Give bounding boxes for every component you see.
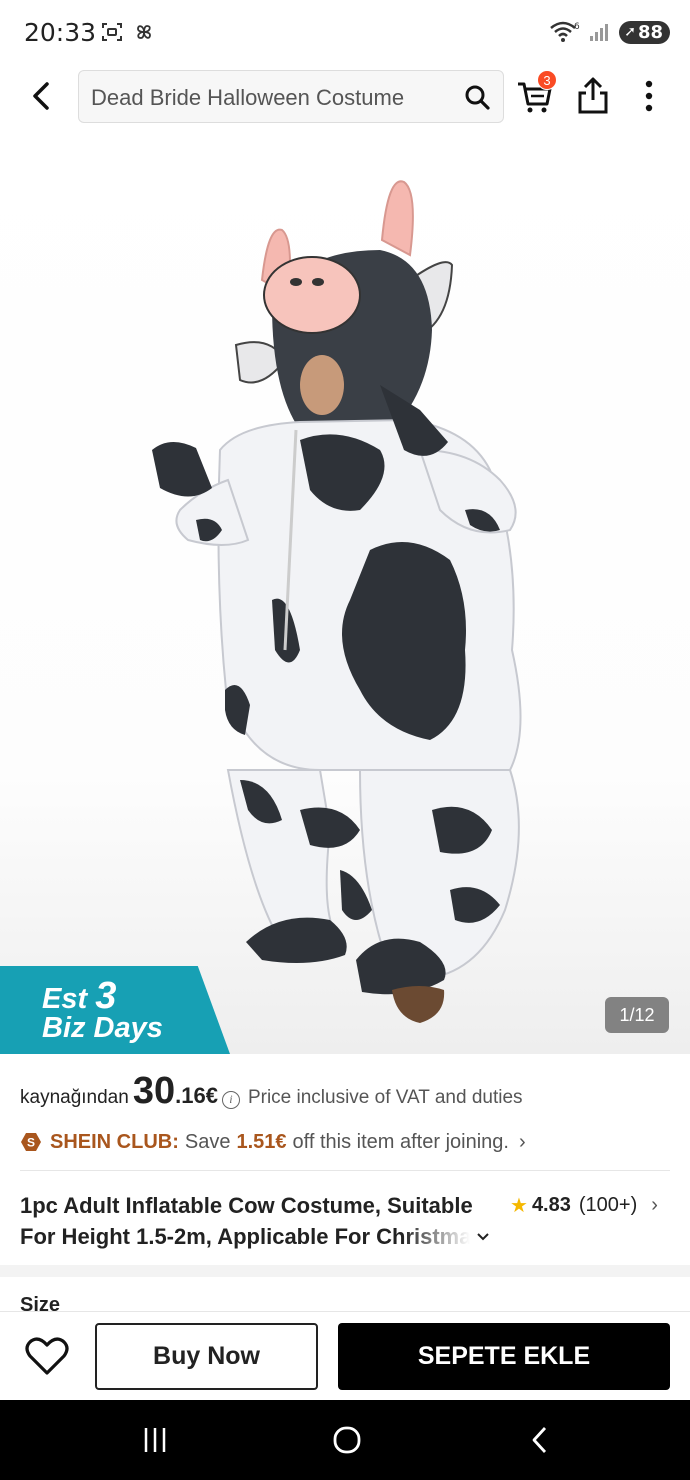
- chevron-down-icon[interactable]: [474, 1227, 492, 1245]
- buy-now-button[interactable]: Buy Now: [95, 1323, 318, 1390]
- status-time: 20:33: [24, 18, 97, 47]
- status-bar: 20:33 6 ➚ 88: [0, 0, 690, 64]
- product-title-line1: 1pc Adult Inflatable Cow Costume, Suitab…: [20, 1193, 473, 1218]
- price-decimal: .16€: [175, 1083, 218, 1108]
- club-name: SHEIN CLUB:: [50, 1130, 179, 1153]
- product-image[interactable]: [0, 130, 690, 1054]
- battery-indicator: ➚ 88: [619, 20, 670, 44]
- nav-back-icon: [532, 1427, 547, 1453]
- cart-count-badge: 3: [537, 70, 557, 90]
- delivery-estimate-suffix: Biz Days: [42, 1012, 163, 1044]
- rating-summary[interactable]: ★ 4.83 (100+) ›: [510, 1193, 658, 1218]
- wifi-icon: 6: [550, 21, 580, 42]
- shein-club-row[interactable]: S SHEIN CLUB: Save 1.51€ off this item a…: [20, 1128, 680, 1156]
- price-row: kaynağından 30 .16€ i Price inclusive of…: [20, 1070, 680, 1120]
- home-button[interactable]: [317, 1420, 377, 1460]
- delivery-estimate-prefix: Est: [42, 983, 88, 1015]
- section-separator: [0, 1265, 690, 1277]
- status-icons-right: 6 ➚ 88: [549, 20, 670, 44]
- add-to-cart-button[interactable]: SEPETE EKLE: [338, 1323, 670, 1390]
- back-arrow-icon: [33, 82, 49, 110]
- review-count: (100+): [578, 1194, 638, 1216]
- club-amount: 1.51€: [236, 1130, 287, 1153]
- svg-text:6: 6: [574, 22, 580, 32]
- status-icons-left: [100, 20, 156, 44]
- share-icon[interactable]: [575, 76, 611, 116]
- home-icon: [333, 1426, 361, 1454]
- club-text-after: off this item after joining.: [292, 1130, 509, 1153]
- product-title-line2: For Height 1.5-2m, Applicable For Christ…: [20, 1224, 470, 1249]
- price-integer: 30: [132, 1070, 176, 1112]
- price-note: Price inclusive of VAT and duties: [247, 1087, 523, 1108]
- info-icon[interactable]: i: [221, 1091, 240, 1109]
- nav-back-button[interactable]: [510, 1420, 570, 1460]
- club-text-before: Save: [184, 1130, 231, 1153]
- divider: [20, 1170, 670, 1171]
- search-icon[interactable]: [463, 83, 491, 111]
- system-nav-bar: [0, 1400, 690, 1480]
- cow-costume-illustration: [152, 180, 522, 1023]
- recent-apps-button[interactable]: [125, 1420, 185, 1460]
- battery-level: 88: [637, 21, 663, 43]
- size-section-label: Size: [20, 1294, 61, 1312]
- battery-leaf-icon: ➚: [624, 24, 636, 40]
- recent-apps-icon: [144, 1428, 166, 1452]
- product-title[interactable]: 1pc Adult Inflatable Cow Costume, Suitab…: [20, 1190, 490, 1252]
- price-prefix: kaynağından: [20, 1087, 129, 1108]
- rating-score: 4.83: [531, 1194, 571, 1216]
- delivery-estimate-days: 3: [95, 975, 117, 1017]
- bottom-action-bar: Buy Now SEPETE EKLE: [0, 1311, 690, 1400]
- chevron-right-icon: ›: [518, 1130, 526, 1153]
- chevron-right-icon: ›: [651, 1194, 658, 1216]
- top-header: Dead Bride Halloween Costume 3: [0, 64, 690, 130]
- pinwheel-icon: [137, 25, 151, 39]
- star-icon: ★: [510, 1195, 528, 1217]
- more-options-icon[interactable]: [634, 76, 664, 116]
- image-counter: 1/12: [605, 997, 669, 1033]
- signal-icon: [590, 24, 609, 41]
- svg-text:S: S: [27, 1136, 35, 1150]
- search-input[interactable]: Dead Bride Halloween Costume: [78, 70, 504, 123]
- shein-club-icon: S: [21, 1133, 41, 1151]
- screenshot-icon: [102, 23, 122, 41]
- back-button[interactable]: [22, 76, 62, 116]
- wishlist-heart-icon[interactable]: [24, 1334, 70, 1378]
- search-query: Dead Bride Halloween Costume: [91, 85, 405, 110]
